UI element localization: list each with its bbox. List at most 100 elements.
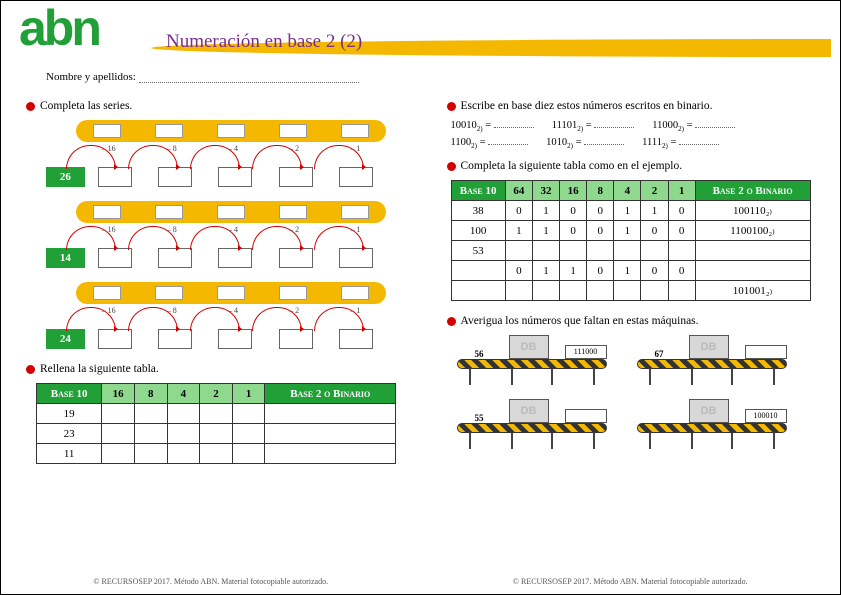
- table-cell[interactable]: [134, 404, 167, 424]
- table-cell: 0: [641, 261, 668, 281]
- table-cell[interactable]: [587, 281, 614, 301]
- table-cell[interactable]: [668, 241, 695, 261]
- arrows-row: [76, 315, 386, 329]
- table-cell[interactable]: [167, 424, 200, 444]
- answer-box[interactable]: [98, 329, 132, 349]
- table-cell[interactable]: [614, 241, 641, 261]
- table-cell[interactable]: [532, 241, 559, 261]
- table-cell[interactable]: [265, 404, 396, 424]
- machine-screen: DB: [689, 399, 729, 423]
- answer-box[interactable]: [218, 167, 252, 187]
- left-column: Completa las series. – 16– 8– 4– 2– 126–…: [1, 86, 422, 472]
- table-cell[interactable]: [232, 444, 265, 464]
- task-2: Rellena la siguiente tabla.: [26, 363, 397, 375]
- table-header: 8: [587, 181, 614, 201]
- name-field-line[interactable]: [139, 73, 359, 83]
- answer-box[interactable]: [158, 167, 192, 187]
- answer-box[interactable]: [279, 205, 307, 219]
- answer-box[interactable]: [279, 286, 307, 300]
- table-row: 10011001001100100₂₎: [451, 221, 810, 241]
- answer-box[interactable]: [279, 329, 313, 349]
- answer-box[interactable]: [279, 248, 313, 268]
- answer-box[interactable]: [279, 124, 307, 138]
- answer-box[interactable]: [93, 205, 121, 219]
- table-header: 2: [200, 384, 233, 404]
- table-cell[interactable]: [167, 444, 200, 464]
- series-block: – 16– 8– 4– 2– 126: [46, 120, 386, 187]
- answer-line[interactable]: [584, 137, 624, 145]
- answer-box[interactable]: [93, 124, 121, 138]
- answer-box[interactable]: [339, 248, 373, 268]
- table-cell[interactable]: [451, 281, 505, 301]
- table-row: 11: [37, 444, 396, 464]
- answer-box[interactable]: [217, 205, 245, 219]
- answer-box[interactable]: [158, 248, 192, 268]
- table-cell[interactable]: [560, 281, 587, 301]
- answer-line[interactable]: [679, 137, 719, 145]
- answer-box[interactable]: [341, 286, 369, 300]
- bullet-icon: [447, 102, 456, 111]
- table-cell[interactable]: [641, 241, 668, 261]
- binary-equation: 110002) =: [652, 120, 735, 133]
- machine-output[interactable]: [565, 409, 607, 423]
- conveyor-belt-icon: [637, 359, 787, 369]
- table-cell[interactable]: [265, 424, 396, 444]
- answer-box[interactable]: [218, 248, 252, 268]
- table-cell[interactable]: [102, 404, 135, 424]
- table-cell[interactable]: [200, 444, 233, 464]
- answer-box[interactable]: [158, 329, 192, 349]
- table-cell[interactable]: [102, 444, 135, 464]
- answer-box[interactable]: [217, 124, 245, 138]
- table-cell: 1: [505, 221, 532, 241]
- answer-box[interactable]: [98, 248, 132, 268]
- table-cell[interactable]: [614, 281, 641, 301]
- table-cell[interactable]: [200, 424, 233, 444]
- answer-box[interactable]: [339, 329, 373, 349]
- table-cell[interactable]: [695, 261, 810, 281]
- table-cell[interactable]: [232, 404, 265, 424]
- binary-equation: 111012) =: [552, 120, 635, 133]
- table-cell[interactable]: [200, 404, 233, 424]
- table-cell[interactable]: [134, 424, 167, 444]
- machine-input: 67: [655, 349, 664, 359]
- table-cell[interactable]: [265, 444, 396, 464]
- answer-box[interactable]: [155, 124, 183, 138]
- answer-box[interactable]: [93, 286, 121, 300]
- answer-line[interactable]: [594, 120, 634, 128]
- table-cell: 1: [614, 201, 641, 221]
- table-cell[interactable]: [102, 424, 135, 444]
- table-header: Base 2 o Binario: [695, 181, 810, 201]
- table-cell[interactable]: [668, 281, 695, 301]
- answer-box[interactable]: [217, 286, 245, 300]
- answer-box[interactable]: [341, 205, 369, 219]
- table-cell[interactable]: [532, 281, 559, 301]
- table-cell[interactable]: [641, 281, 668, 301]
- series-block: – 16– 8– 4– 2– 124: [46, 282, 386, 349]
- table-header: Base 10: [37, 384, 102, 404]
- yellow-bar: [76, 201, 386, 223]
- answer-box[interactable]: [155, 286, 183, 300]
- table-cell[interactable]: [695, 241, 810, 261]
- answer-line[interactable]: [695, 120, 735, 128]
- answer-line[interactable]: [494, 120, 534, 128]
- table-cell[interactable]: [232, 424, 265, 444]
- machine-output[interactable]: [745, 345, 787, 359]
- answer-box[interactable]: [98, 167, 132, 187]
- table-cell[interactable]: [560, 241, 587, 261]
- table-cell[interactable]: [451, 261, 505, 281]
- answer-box[interactable]: [339, 167, 373, 187]
- answer-box[interactable]: [155, 205, 183, 219]
- table-cell[interactable]: [505, 281, 532, 301]
- table-cell[interactable]: [134, 444, 167, 464]
- logo: abn: [19, 0, 99, 57]
- table-cell[interactable]: [587, 241, 614, 261]
- answer-line[interactable]: [488, 137, 528, 145]
- table-cell[interactable]: [505, 241, 532, 261]
- table-cell[interactable]: [167, 404, 200, 424]
- series-block: – 16– 8– 4– 2– 114: [46, 201, 386, 268]
- answer-box[interactable]: [218, 329, 252, 349]
- answer-box[interactable]: [341, 124, 369, 138]
- answer-box[interactable]: [279, 167, 313, 187]
- table-cell: 1: [532, 221, 559, 241]
- table-cell: 101001₂₎: [695, 281, 810, 301]
